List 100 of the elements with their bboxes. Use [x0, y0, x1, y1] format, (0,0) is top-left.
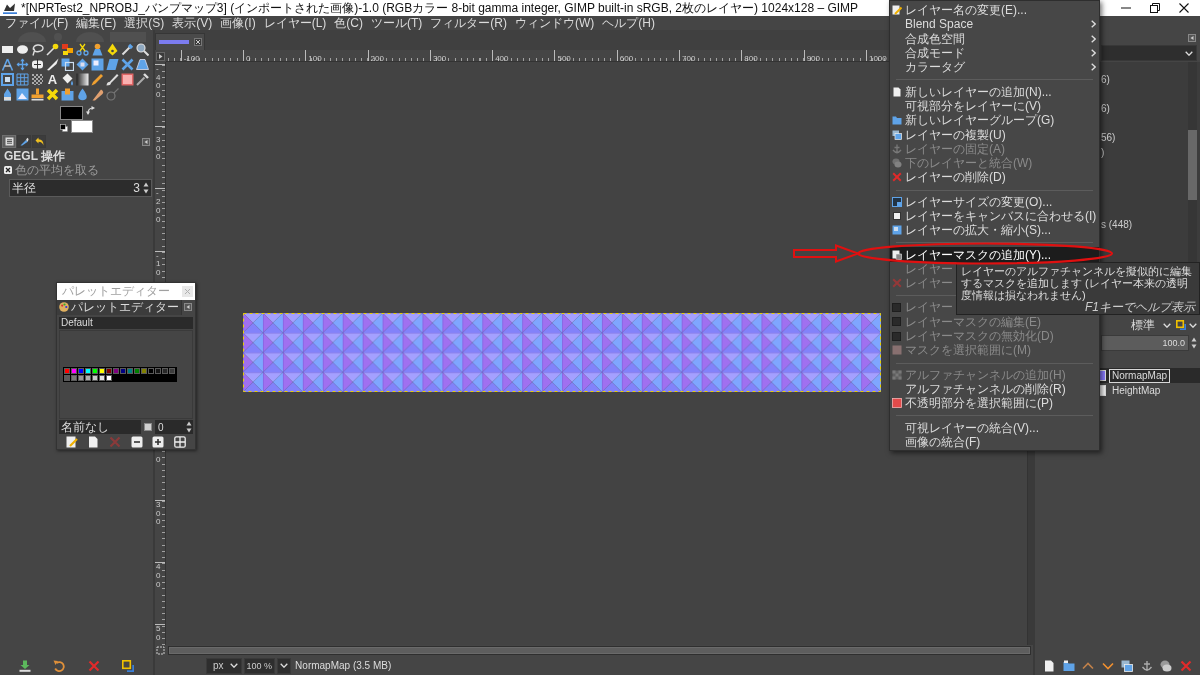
pawn-icon[interactable]	[91, 43, 104, 56]
menu-item[interactable]: 合成色空間	[890, 31, 1099, 46]
close-icon[interactable]	[194, 38, 202, 46]
lock-dropdown[interactable]	[1176, 317, 1197, 333]
palette-swatch[interactable]	[113, 368, 119, 375]
brush-icon[interactable]	[106, 73, 119, 86]
spinner-arrows-icon[interactable]	[186, 421, 192, 434]
circular-arrow-icon[interactable]	[53, 659, 66, 672]
color-name-field[interactable]: 名前なし	[59, 420, 141, 435]
dock-menu-icon[interactable]	[184, 303, 192, 312]
note-pencil-icon[interactable]	[65, 436, 78, 449]
pencil-icon[interactable]	[91, 73, 104, 86]
smudge-icon[interactable]	[91, 88, 104, 101]
unit-dropdown[interactable]: px	[206, 657, 242, 674]
palette-swatch[interactable]	[78, 375, 84, 382]
compass-icon[interactable]	[1, 58, 14, 71]
pen-nib-icon[interactable]	[106, 43, 119, 56]
magnifier-icon[interactable]	[136, 43, 149, 56]
spin-field[interactable]: 0	[155, 420, 193, 435]
palette-swatch[interactable]	[92, 368, 98, 375]
palette-swatch[interactable]	[169, 368, 175, 375]
checker-icon[interactable]	[31, 73, 44, 86]
scissors-icon[interactable]	[76, 43, 89, 56]
palette-swatch[interactable]	[148, 368, 154, 375]
swap-arrows-icon[interactable]	[86, 106, 95, 115]
triangle-icon[interactable]	[156, 51, 165, 61]
align-icon[interactable]	[31, 58, 44, 71]
menu-item[interactable]: 可視部分をレイヤーに(V)	[890, 98, 1099, 114]
menu-bar-item[interactable]: レイヤー(L)	[259, 16, 331, 30]
plus-square-icon[interactable]	[152, 436, 165, 449]
menu-item[interactable]: カラータグ	[890, 60, 1099, 75]
palette-swatch[interactable]	[92, 375, 98, 382]
menu-bar-item[interactable]: 編集(E)	[72, 16, 121, 30]
wand-icon[interactable]	[46, 43, 59, 56]
palette-swatch[interactable]	[78, 368, 84, 375]
menu-item[interactable]: レイヤーの複製(U)	[890, 127, 1099, 142]
palette-name-field[interactable]: Default	[59, 316, 193, 330]
new-page-icon[interactable]	[1043, 659, 1055, 672]
mode-dropdown[interactable]: 標準	[1101, 317, 1174, 333]
menu-bar-item[interactable]: ウィンドウ(W)	[511, 16, 599, 30]
lasso-icon[interactable]	[31, 43, 44, 56]
menu-bar-item[interactable]: 画像(I)	[216, 16, 260, 30]
menu-item[interactable]: アルファチャンネルの削除(R)	[890, 381, 1099, 397]
spinner-arrows-icon[interactable]	[1191, 336, 1197, 349]
zoom-field[interactable]: 100 %	[243, 657, 276, 674]
background-swatch[interactable]	[71, 120, 93, 133]
palette-swatch[interactable]	[106, 368, 112, 375]
dropdown-field[interactable]	[1101, 45, 1197, 61]
palette-swatch[interactable]	[120, 368, 126, 375]
palette-swatch[interactable]	[85, 375, 91, 382]
grid-square-icon[interactable]	[174, 436, 187, 449]
menu-item[interactable]: レイヤーの削除(D)	[890, 170, 1099, 185]
color-blocks-icon[interactable]	[61, 43, 74, 56]
palette-swatch[interactable]	[71, 368, 77, 375]
ellipse-icon[interactable]	[16, 43, 29, 56]
dock-menu-icon[interactable]	[1188, 33, 1196, 42]
palette-swatch[interactable]	[99, 375, 105, 382]
bucket-icon[interactable]	[61, 73, 74, 86]
menu-bar-item[interactable]: 表示(V)	[168, 16, 217, 30]
x-square-icon[interactable]	[4, 166, 12, 174]
tray-arrow-icon[interactable]	[19, 659, 32, 672]
horizontal-scrollbar[interactable]	[168, 646, 1031, 655]
airbrush-icon[interactable]	[136, 73, 149, 86]
menu-bar-item[interactable]: ヘルプ(H)	[598, 16, 659, 30]
menu-item[interactable]: 画像の統合(F)	[890, 434, 1099, 449]
stacked-pages-icon[interactable]	[1121, 659, 1134, 672]
palette-swatch[interactable]	[85, 368, 91, 375]
stacked-blobs-icon[interactable]	[1160, 659, 1173, 672]
scale-square-icon[interactable]	[91, 58, 104, 71]
palette-swatch[interactable]	[71, 375, 77, 382]
menu-item[interactable]: 合成モード	[890, 45, 1099, 61]
drop-icon[interactable]	[76, 88, 89, 101]
palette-swatch[interactable]	[64, 368, 70, 375]
minus-square-icon[interactable]	[130, 436, 143, 449]
transform-icon[interactable]	[61, 58, 74, 71]
dashed-square-icon[interactable]	[156, 646, 165, 655]
stamp-frame-icon[interactable]	[61, 88, 74, 101]
move-arrows-icon[interactable]	[16, 58, 29, 71]
palette-swatch[interactable]	[127, 368, 133, 375]
layer-item[interactable]: NormapMap	[1099, 368, 1200, 383]
dock-menu-icon[interactable]	[142, 137, 150, 146]
close-icon[interactable]	[1178, 3, 1189, 13]
menu-bar-item[interactable]: 色(C)	[330, 16, 367, 30]
trapezoid-icon[interactable]	[136, 58, 149, 71]
menu-item[interactable]: 新しいレイヤーの追加(N)...	[890, 84, 1099, 99]
menu-bar-item[interactable]: フィルター(R)	[426, 16, 511, 30]
gradient-icon[interactable]	[76, 73, 89, 86]
frame-icon[interactable]	[1, 73, 14, 86]
palette-swatch[interactable]	[64, 375, 70, 382]
folder-icon[interactable]	[1062, 659, 1075, 672]
cross-handles-icon[interactable]	[121, 58, 134, 71]
restore-icon[interactable]	[1149, 3, 1160, 13]
menu-item[interactable]: レイヤーマスクの追加(Y)...	[890, 247, 1099, 262]
ink-pen-icon[interactable]	[1, 88, 14, 101]
menu-item[interactable]: 不透明部分を選択範囲に(P)	[890, 396, 1099, 411]
menu-bar-item[interactable]: 選択(S)	[120, 16, 169, 30]
menu-item[interactable]: 可視レイヤーの統合(V)...	[890, 420, 1099, 435]
menu-item[interactable]: Blend Space	[890, 17, 1099, 32]
zoom-dropdown-button[interactable]	[277, 657, 292, 674]
menu-item[interactable]: レイヤーをキャンバスに合わせる(I)	[890, 208, 1099, 224]
